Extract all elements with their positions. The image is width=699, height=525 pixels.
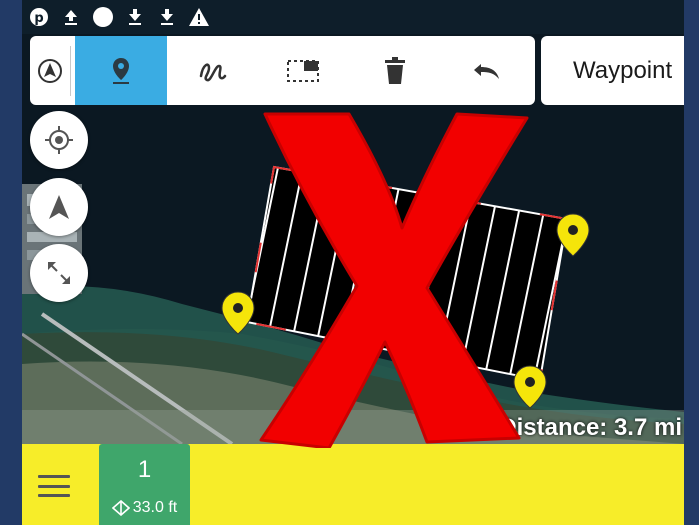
waypoint-altitude-value: 33.0 ft [132, 499, 178, 516]
trash-icon [385, 56, 405, 84]
locate-icon [45, 126, 73, 154]
waypoint-card[interactable]: 1 33.0 ft [99, 444, 190, 525]
expand-icon [48, 262, 70, 284]
undo-button[interactable] [441, 36, 533, 105]
upload-icon [60, 6, 82, 28]
download-icon [124, 6, 146, 28]
status-bar: p [22, 0, 684, 34]
svg-text:p: p [34, 11, 43, 26]
mode-dropdown[interactable]: Waypoint [541, 36, 684, 105]
delete-button[interactable] [349, 36, 441, 105]
toolbar-divider [70, 45, 71, 96]
warning-icon [188, 6, 210, 28]
navigation-button[interactable] [30, 178, 88, 236]
menu-icon [38, 484, 70, 488]
expand-button[interactable] [30, 244, 88, 302]
survey-area-icon [287, 59, 319, 82]
waypoint-number: 1 [137, 456, 152, 483]
circle-icon [92, 6, 114, 28]
locate-button[interactable] [30, 111, 88, 169]
compass-north-icon [38, 58, 62, 83]
red-x-overlay-icon [259, 112, 529, 448]
app-window: p Waypoint Distance: 3.7 mi 1 33.0 ft [22, 0, 684, 525]
pinterest-icon: p [28, 6, 50, 28]
waypoint-tool-button[interactable] [75, 36, 167, 105]
mode-dropdown-value: Waypoint [573, 56, 673, 84]
menu-icon [38, 494, 70, 497]
navigation-arrow-icon [49, 195, 69, 219]
menu-button[interactable] [36, 470, 72, 502]
freehand-path-icon [199, 62, 227, 81]
waypoint-pin-icon [113, 57, 129, 84]
waypoint-altitude: 33.0 ft [99, 499, 190, 517]
map-toolbar [30, 36, 535, 105]
survey-area-tool-button[interactable] [257, 36, 349, 105]
freehand-tool-button[interactable] [167, 36, 257, 105]
altitude-icon [111, 500, 130, 516]
compass-button[interactable] [30, 36, 70, 105]
download-icon [156, 6, 178, 28]
menu-icon [38, 475, 70, 478]
undo-icon [474, 63, 499, 79]
bottom-panel: 1 33.0 ft [22, 444, 684, 525]
